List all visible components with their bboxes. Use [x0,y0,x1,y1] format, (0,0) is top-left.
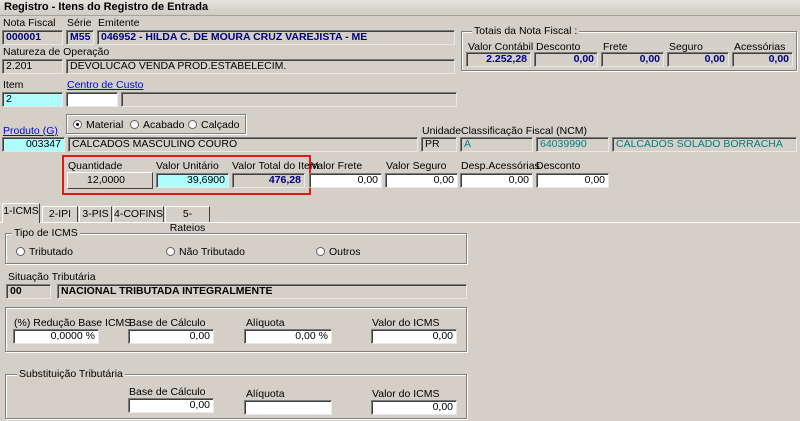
tab-cofins[interactable]: 4-COFINS [113,206,164,222]
radio-acabado-indicator [130,120,139,129]
reducao-input[interactable]: 0,0000 % [13,329,99,344]
valor-unitario-label: Valor Unitário [156,160,219,172]
natureza-label: Natureza de Operação [3,46,110,58]
base-calculo-input[interactable]: 0,00 [128,329,214,344]
radio-nao-tributado[interactable]: Não Tributado [166,246,245,258]
item-input[interactable]: 2 [2,92,63,107]
totals-frete-field: 0,00 [601,52,664,67]
produto-desc-field: CALCADOS MASCULINO COURO [68,137,418,152]
st-base-label: Base de Cálculo [129,386,206,398]
aliquota-label: Alíquota [246,317,285,329]
totals-desconto-field: 0,00 [534,52,598,67]
reducao-label: (%) Redução Base ICMS [14,317,132,329]
desp-acessorias-input[interactable]: 0,00 [460,173,533,188]
radio-material-indicator [73,120,82,129]
nota-fiscal-label: Nota Fiscal [3,17,56,29]
totals-title: Totais da Nota Fiscal : [472,25,580,37]
valor-total-label: Valor Total do Item [232,160,319,172]
radio-acabado[interactable]: Acabado [130,119,184,131]
natureza-code-field: 2.201 [2,59,63,74]
desp-acessorias-label: Desp.Acessórias [461,160,540,172]
emitente-label: Emitente [98,17,140,29]
st-valor-input[interactable]: 0,00 [371,400,457,415]
quantidade-field[interactable]: 12,0000 [67,172,153,189]
valor-frete-input[interactable]: 0,00 [309,173,382,188]
produto-link[interactable]: Produto (G) [3,125,58,137]
centro-custo-input[interactable] [66,92,118,107]
valor-icms-label: Valor do ICMS [372,317,440,329]
quantidade-label: Quantidade [68,160,123,172]
valor-icms-input[interactable]: 0,00 [371,329,457,344]
window-titlebar: Registro - Itens do Registro de Entrada [0,0,800,16]
centro-custo-link[interactable]: Centro de Custo [67,79,143,91]
st-title: Substituição Tributária [17,368,125,380]
situacao-desc-field: NACIONAL TRIBUTADA INTEGRALMENTE [57,284,467,299]
totals-acessorias-field: 0,00 [732,52,793,67]
aliquota-input[interactable]: 0,00 % [244,329,332,344]
radio-material[interactable]: Material [73,119,123,131]
unidade-field: PR [421,137,457,152]
unidade-label: Unidade [422,125,462,137]
valor-frete-label: Valor Frete [311,160,363,172]
tab-pis[interactable]: 3-PIS [79,206,112,222]
radio-calcado[interactable]: Calçado [188,119,240,131]
valor-contabil-field: 2.252,28 [466,52,531,67]
radio-tributado-indicator [16,247,25,256]
serie-label: Série [67,17,92,29]
st-valor-label: Valor do ICMS [372,388,440,400]
item-label: Item [3,79,24,91]
produto-code-input[interactable]: 003347 [2,137,65,152]
ncm-label: Classificação Fiscal (NCM) [461,125,588,137]
radio-calcado-indicator [188,120,197,129]
tab-icms[interactable]: 1-ICMS [2,203,40,223]
nota-fiscal-field: 000001 [2,30,63,45]
natureza-desc-field: DEVOLUCAO VENDA PROD.ESTABELECIM. [66,59,455,74]
radio-nao-tributado-indicator [166,247,175,256]
base-calculo-label: Base de Cálculo [129,317,206,329]
centro-custo-desc-field [121,92,457,107]
desconto-input[interactable]: 0,00 [536,173,609,188]
radio-outros[interactable]: Outros [316,246,361,258]
st-aliquota-input[interactable] [244,400,332,415]
desconto-label: Desconto [536,160,581,172]
st-base-input[interactable]: 0,00 [128,398,214,413]
tab-rateios[interactable]: 5-Rateios [165,206,210,234]
valor-seguro-input[interactable]: 0,00 [385,173,458,188]
valor-seguro-label: Valor Seguro [386,160,447,172]
st-aliquota-label: Alíquota [246,388,285,400]
serie-field: M55 [66,30,94,45]
tipo-icms-title: Tipo de ICMS [12,227,80,239]
situacao-label: Situação Tributária [8,271,96,283]
ncm-code-field: 64039990 [536,137,609,152]
window-title: Registro - Itens do Registro de Entrada [4,1,209,13]
valor-unitario-input[interactable]: 39,6900 [156,173,229,188]
valor-total-field: 476,28 [232,173,305,188]
totals-seguro-field: 0,00 [667,52,729,67]
tab-ipi[interactable]: 2-IPI [42,206,78,222]
radio-outros-indicator [316,247,325,256]
ncm-desc-field: CALCADOS SOLADO BORRACHA [612,137,797,152]
emitente-field: 046952 - HILDA C. DE MOURA CRUZ VAREJIST… [97,30,455,45]
ncm-letter-field: A [460,137,533,152]
radio-tributado[interactable]: Tributado [16,246,73,258]
situacao-code-field: 00 [6,284,51,299]
